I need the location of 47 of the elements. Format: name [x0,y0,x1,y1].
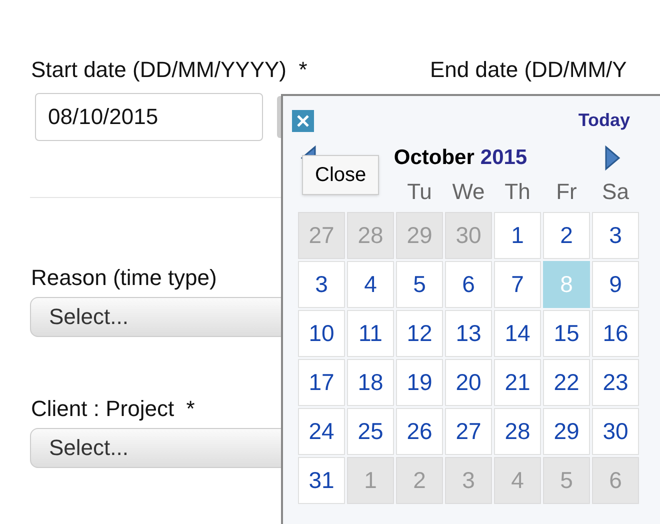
field-label: Client : Project * [30,395,195,423]
month-label: October [394,145,474,171]
day-cell[interactable]: 10 [298,310,345,356]
weekday-header: We [451,178,486,206]
day-cell[interactable]: 26 [396,408,443,454]
field-label: Reason (time type) [30,264,217,292]
close-icon[interactable] [292,110,314,132]
field-label: Start date (DD/MM/YYYY) * [30,56,308,84]
day-cell[interactable]: 20 [445,358,492,406]
day-cell[interactable]: 13 [445,310,492,356]
day-cell[interactable]: 3 [298,260,345,308]
weekday-header: Tu [406,178,433,206]
day-cell[interactable]: 25 [347,408,394,454]
day-cell[interactable]: 29 [543,408,590,454]
next-arrow-icon[interactable] [604,144,622,171]
day-cell[interactable]: 7 [494,260,541,308]
day-cell[interactable]: 19 [396,358,443,406]
day-cell[interactable]: 22 [543,358,590,406]
day-cell[interactable]: 30 [592,408,639,454]
day-cell[interactable]: 14 [494,310,541,356]
day-cell[interactable]: 9 [592,260,639,308]
day-cell[interactable]: 27 [445,408,492,454]
weekday-header: Sa [601,178,630,206]
year-label: 2015 [480,145,528,171]
day-cell[interactable]: 24 [298,408,345,454]
day-cell[interactable]: 2 [543,212,590,258]
weekday-header: Th [504,178,532,206]
tooltip: Close [302,155,380,195]
day-cell[interactable]: 16 [592,310,639,356]
day-cell[interactable]: 18 [347,358,394,406]
day-cell[interactable]: 17 [298,358,345,406]
date-input-field[interactable]: 08/10/2015 [35,93,263,141]
day-cell[interactable]: 12 [396,310,443,356]
day-cell[interactable]: 1 [494,212,541,258]
today-link[interactable]: Today [578,107,630,134]
field-label: End date (DD/MM/Y [430,56,627,84]
day-cell[interactable]: 11 [347,310,394,356]
day-cell[interactable]: 21 [494,358,541,406]
day-cell[interactable]: 28 [494,408,541,454]
day-cell[interactable]: 5 [396,260,443,308]
day-cell[interactable]: 4 [347,260,394,308]
day-cell[interactable]: 15 [543,310,590,356]
day-cell[interactable]: 31 [298,456,345,504]
day-cell[interactable]: 6 [445,260,492,308]
day-cell[interactable]: 3 [592,212,639,258]
day-cell[interactable]: 23 [592,358,639,406]
weekday-header: Fr [555,178,578,206]
